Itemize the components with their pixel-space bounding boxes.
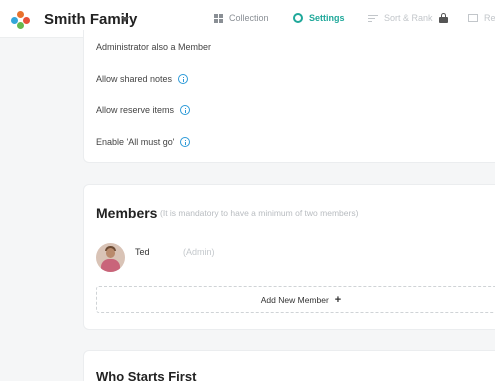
- setting-label: Administrator also a Member: [96, 42, 212, 52]
- setting-label: Enable 'All must go': [96, 137, 175, 147]
- setting-shared-notes[interactable]: Allow shared notes: [96, 74, 189, 84]
- report-icon: [468, 14, 478, 22]
- avatar: [96, 243, 125, 272]
- setting-all-must-go[interactable]: Enable 'All must go': [96, 137, 191, 147]
- setting-label: Allow reserve items: [96, 105, 175, 115]
- tab-sort-rank-label: Sort & Rank: [384, 13, 433, 23]
- who-starts-title: Who Starts First: [96, 369, 197, 381]
- tab-collection-label: Collection: [229, 13, 269, 23]
- setting-label: Allow shared notes: [96, 74, 173, 84]
- info-icon[interactable]: [180, 105, 191, 115]
- members-title: Members: [96, 205, 158, 221]
- lock-icon: [438, 13, 448, 23]
- info-icon[interactable]: [180, 137, 191, 147]
- setting-admin-member[interactable]: Administrator also a Member: [96, 42, 211, 52]
- tab-rep-label: Rep: [484, 13, 495, 23]
- tab-sort-rank[interactable]: Sort & Rank: [368, 13, 448, 23]
- add-new-member-label: Add New Member: [260, 294, 329, 305]
- setting-reserve-items[interactable]: Allow reserve items: [96, 105, 191, 115]
- tab-settings-label: Settings: [309, 13, 345, 23]
- plus-icon: +: [334, 293, 342, 306]
- chevron-down-icon[interactable]: [121, 17, 129, 22]
- info-icon[interactable]: [178, 74, 189, 84]
- tab-settings[interactable]: Settings: [293, 13, 345, 23]
- members-note: (It is mandatory to have a minimum of tw…: [160, 208, 359, 218]
- family-logo-icon[interactable]: [11, 11, 31, 29]
- gear-icon: [293, 13, 303, 23]
- member-name: Ted: [135, 247, 150, 257]
- member-role: (Admin): [183, 247, 215, 257]
- sort-icon: [368, 14, 378, 22]
- grid-icon: [214, 13, 223, 23]
- tab-rep[interactable]: Rep: [468, 13, 495, 23]
- add-new-member-button[interactable]: Add New Member +: [96, 286, 495, 313]
- tab-collection[interactable]: Collection: [214, 13, 269, 23]
